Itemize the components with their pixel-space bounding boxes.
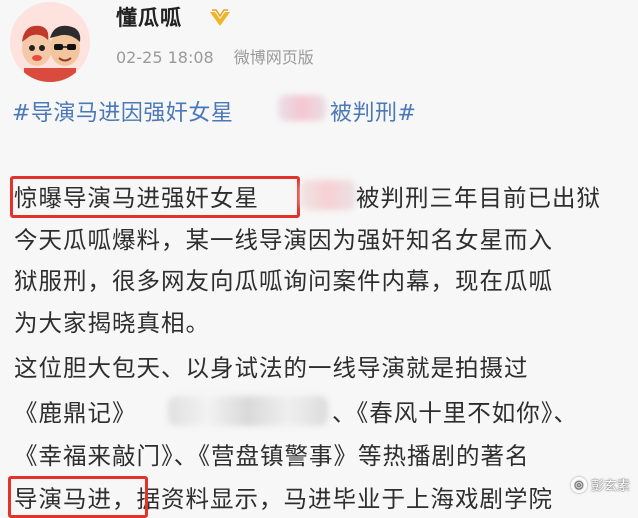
cartoon-avatar-icon (10, 2, 90, 82)
author-name[interactable]: 懂瓜呱 (116, 2, 182, 32)
censor-blur (278, 95, 326, 121)
highlight-box-1 (10, 176, 300, 218)
body-line-6a: 《鹿鼎记》 (14, 399, 137, 427)
body-line-5: 这位胆大包天、以身试法的一线导演就是拍摄过 (14, 354, 529, 382)
body-line-1-rest: 被判刑三年目前已出狱 (356, 184, 601, 212)
body-line-8-rest: ，据资料显示，马进毕业于上海戏剧学院 (112, 485, 553, 513)
watermark: ◎ 彭玄素 (570, 475, 630, 494)
body-line-3: 狱服刑，很多网友向瓜呱询问案件内幕，现在瓜呱 (14, 267, 553, 295)
post-header: 懂瓜呱 02-25 18:08 微博网页版 (0, 0, 638, 88)
post-source: 微博网页版 (233, 48, 314, 67)
highlight-box-2 (8, 476, 148, 518)
post-meta: 02-25 18:08 微博网页版 (116, 44, 314, 68)
body-line-4: 为大家揭晓真相。 (14, 309, 210, 337)
topic-suffix: 被判刑# (330, 101, 417, 126)
body-line-6b: 、《春风十里不如你》、 (332, 399, 578, 427)
avatar[interactable] (10, 2, 90, 82)
gold-v-badge-icon (210, 9, 230, 26)
censor-blur (168, 396, 328, 426)
censor-blur (300, 180, 356, 210)
watermark-logo-icon: ◎ (570, 476, 587, 493)
post-timestamp: 02-25 18:08 (116, 48, 214, 67)
watermark-text: 彭玄素 (590, 479, 630, 494)
body-line-7: 《幸福来敲门》、《营盘镇警事》等热播剧的著名 (14, 442, 530, 470)
body-line-2: 今天瓜呱爆料，某一线导演因为强奸知名女星而入 (14, 226, 553, 254)
topic-prefix: #导演马进因强奸女星 (12, 101, 234, 126)
